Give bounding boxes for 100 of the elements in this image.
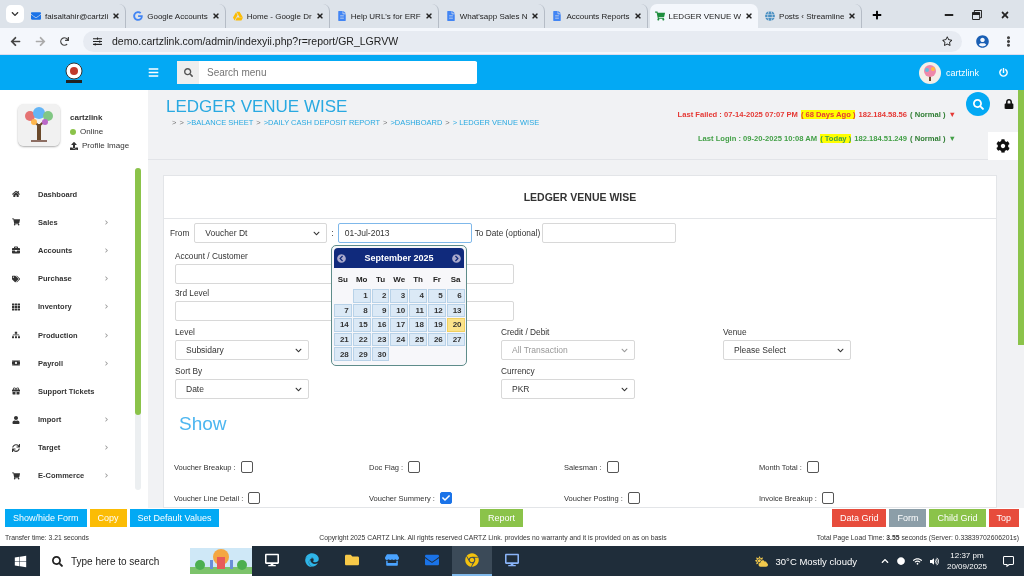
select-field[interactable]: PKR [501, 379, 635, 399]
search-button[interactable] [966, 92, 990, 116]
volume-icon[interactable] [929, 556, 939, 566]
weather-icon [754, 554, 768, 568]
field-label: Level [175, 327, 195, 337]
calendar-day[interactable]: 2 [371, 289, 390, 303]
action-button[interactable]: Top [988, 509, 1019, 527]
checkbox[interactable] [606, 461, 619, 473]
calendar-day[interactable]: 3 [390, 289, 409, 303]
checkbox[interactable] [806, 461, 819, 473]
tag-icon [12, 274, 20, 283]
store-icon [385, 553, 399, 567]
tray-icon[interactable] [880, 557, 889, 565]
new-tab-icon[interactable] [872, 10, 883, 20]
restore-icon[interactable] [972, 10, 982, 20]
taskbar-search[interactable]: Type here to search [40, 546, 252, 576]
close-icon[interactable] [424, 12, 433, 20]
calendar-day[interactable]: 25 [409, 332, 427, 347]
next-icon[interactable] [452, 253, 461, 263]
calendar-day[interactable]: 1 [352, 289, 371, 303]
field-label: Venue [723, 327, 747, 337]
checkbox[interactable] [821, 492, 834, 504]
calendar-day[interactable]: 23 [371, 332, 390, 347]
tab-list-button[interactable] [6, 5, 24, 23]
checkbox[interactable] [248, 492, 261, 504]
scrollbar-thumb[interactable] [135, 168, 141, 415]
close-icon[interactable] [112, 12, 121, 20]
profile-image-link[interactable]: Profile Image [70, 141, 130, 150]
date-input[interactable]: 01-Jul-2013 [337, 223, 472, 243]
chevron-icon [295, 346, 302, 354]
scrollbar-thumb[interactable] [1018, 90, 1024, 345]
calendar-day[interactable]: 4 [409, 289, 427, 303]
close-icon[interactable] [633, 12, 642, 20]
weekday-label: Tu [374, 273, 387, 286]
calendar-day[interactable]: 10 [390, 303, 409, 318]
calendar-day[interactable]: 30 [371, 347, 390, 361]
calendar-day[interactable]: 18 [409, 318, 427, 332]
calendar-day[interactable]: 20 [446, 318, 465, 332]
notification-icon[interactable] [1003, 555, 1014, 567]
profile-icon[interactable] [976, 34, 989, 48]
mail-icon [31, 11, 41, 21]
calendar-day[interactable]: 15 [352, 318, 371, 332]
close-icon[interactable] [745, 12, 754, 20]
calendar-day[interactable]: 7 [334, 303, 352, 318]
calendar-day[interactable]: 12 [428, 303, 446, 318]
calendar-day[interactable]: 17 [390, 318, 409, 332]
calendar-day[interactable]: 26 [428, 332, 446, 347]
calendar-day[interactable]: 27 [446, 332, 465, 347]
close-icon[interactable] [531, 12, 540, 20]
clock[interactable]: 12:37 pm 20/09/2025 [946, 550, 987, 572]
reload-icon[interactable] [60, 36, 69, 46]
wifi-icon[interactable] [912, 556, 922, 566]
checkbox[interactable] [240, 461, 253, 473]
select-field[interactable]: Subsidary [175, 340, 309, 360]
select-field[interactable]: Date [175, 379, 309, 399]
calendar-day[interactable]: 29 [352, 347, 371, 361]
calendar-day[interactable]: 14 [334, 318, 352, 332]
avatar-icon [919, 61, 941, 84]
field-label: Sort By [175, 366, 203, 376]
field-label: To Date (optional) [474, 228, 541, 238]
calendar-day[interactable]: 8 [352, 303, 371, 318]
date-input[interactable] [542, 223, 677, 243]
start-icon[interactable] [13, 554, 27, 568]
tray-icon[interactable] [896, 557, 905, 565]
field-label: Account / Customer [175, 251, 248, 261]
calendar-day[interactable]: 13 [446, 303, 465, 318]
calendar-day[interactable]: 11 [409, 303, 427, 318]
calendar-day[interactable]: 5 [428, 289, 446, 303]
address-bar[interactable]: demo.cartzlink.com/admin/indexyii.php?r=report/GR_LGRVW [83, 30, 962, 52]
close-icon[interactable] [848, 12, 857, 20]
search-field[interactable]: Search menu [177, 61, 477, 84]
close-icon[interactable] [315, 12, 324, 20]
calendar-day[interactable]: 21 [334, 332, 352, 347]
power-icon[interactable] [999, 68, 1008, 77]
lock-icon[interactable] [1004, 99, 1014, 109]
browser-tab[interactable]: LEDGER VENUE W [649, 4, 759, 28]
calendar-day[interactable]: 24 [390, 332, 409, 347]
back-icon[interactable] [10, 35, 21, 47]
calendar-day[interactable]: 6 [446, 289, 465, 303]
calendar-day[interactable]: 19 [428, 318, 446, 332]
select-field[interactable]: Voucher Dt [194, 223, 328, 243]
settings-button[interactable] [988, 132, 1018, 160]
close-icon[interactable] [211, 12, 220, 20]
month-title: September 2025 [364, 253, 434, 263]
weekday-label: We [392, 273, 407, 286]
action-button[interactable]: Data Grid [831, 509, 887, 527]
checkbox[interactable] [408, 461, 421, 473]
calendar-day[interactable]: 9 [371, 303, 390, 318]
search-icon [972, 98, 984, 110]
select-field[interactable]: Please Select [723, 340, 851, 360]
calendar-day[interactable]: 22 [352, 332, 371, 347]
checkbox[interactable] [439, 492, 452, 504]
checkbox[interactable] [627, 492, 640, 504]
previous-icon[interactable] [337, 253, 346, 263]
calendar-day[interactable]: 28 [334, 347, 352, 361]
close-icon[interactable] [1000, 10, 1010, 20]
briefcase-icon [12, 246, 20, 255]
calendar-day[interactable]: 16 [371, 318, 390, 332]
field-label: Currency [501, 366, 535, 376]
weekday-label: Su [336, 273, 349, 286]
